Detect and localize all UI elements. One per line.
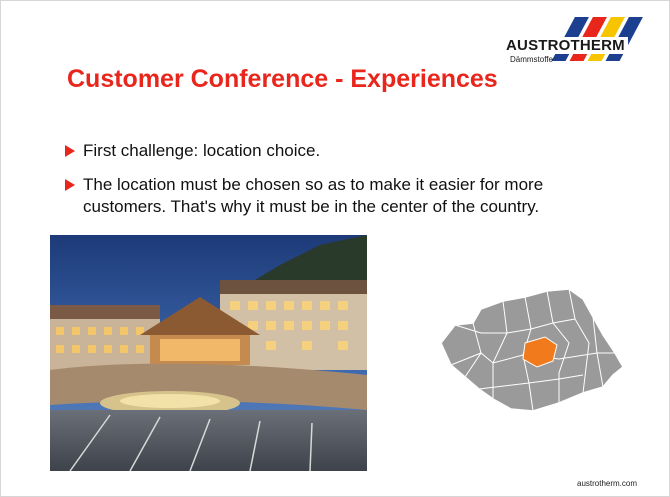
bullet-list: First challenge: location choice. The lo… bbox=[65, 140, 625, 230]
bullet-item: First challenge: location choice. bbox=[65, 140, 625, 162]
romania-regions-map bbox=[433, 283, 628, 418]
austrotherm-logo: AUSTROTHERM Dämmstoffe bbox=[506, 15, 656, 67]
bullet-text: The location must be chosen so as to mak… bbox=[83, 175, 544, 216]
triangle-right-icon bbox=[65, 145, 75, 157]
slide-title: Customer Conference - Experiences bbox=[67, 65, 498, 93]
hotel-resort-photo bbox=[50, 235, 367, 471]
logo-tagline: Dämmstoffe bbox=[510, 55, 553, 64]
triangle-right-icon bbox=[65, 179, 75, 191]
bullet-item: The location must be chosen so as to mak… bbox=[65, 174, 625, 218]
footer-url: austrotherm.com bbox=[577, 479, 638, 488]
logo-name: AUSTROTHERM bbox=[506, 37, 628, 54]
slide: AUSTROTHERM Dämmstoffe Customer Conferen… bbox=[0, 0, 670, 497]
bullet-text: First challenge: location choice. bbox=[83, 141, 321, 160]
